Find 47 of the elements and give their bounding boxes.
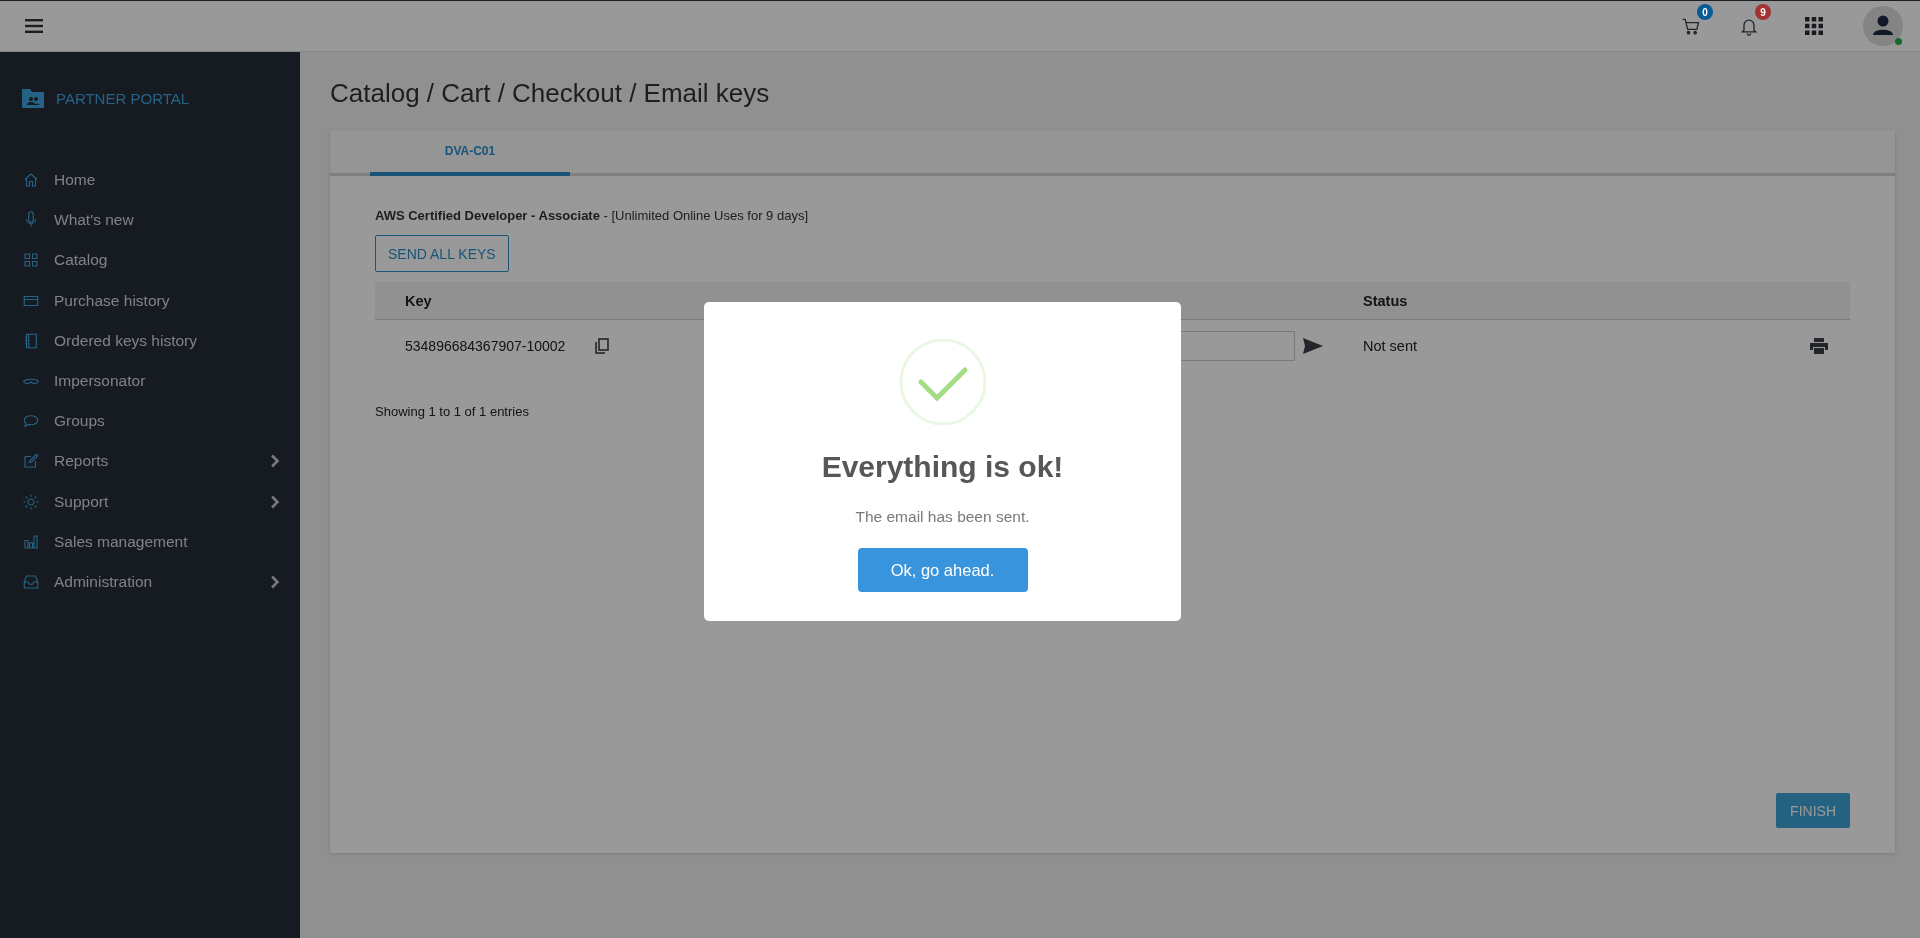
cart-icon[interactable] (1681, 16, 1701, 36)
sidebar-item-icon (22, 532, 40, 551)
notification-count: 9 (1755, 4, 1771, 20)
sidebar-item[interactable]: Catalog (22, 240, 300, 281)
sidebar-item-icon (22, 251, 40, 270)
avatar-icon[interactable] (1863, 6, 1903, 46)
entries-info: Showing 1 to 1 of 1 entries (375, 404, 530, 419)
confirm-button[interactable]: Ok, go ahead. (857, 548, 1028, 592)
chevron-icon (270, 494, 280, 509)
success-check-icon (898, 338, 987, 426)
sidebar-item-icon (22, 492, 40, 511)
sidebar-item-icon (22, 452, 40, 471)
copy-icon[interactable] (595, 338, 610, 354)
breadcrumb: Catalog / Cart / Checkout / Email keys (330, 76, 771, 110)
sidebar-item[interactable]: Home (22, 160, 300, 201)
apps-grid-icon[interactable] (1805, 17, 1823, 35)
sidebar-item-icon (22, 331, 40, 350)
print-icon[interactable] (1810, 338, 1828, 354)
sidebar-item-icon (22, 572, 40, 591)
dialog-title: Everything is ok! (821, 450, 1064, 484)
sidebar-item[interactable]: Support (22, 481, 300, 522)
finish-button[interactable]: FINISH (1776, 793, 1850, 828)
brand-name: PARTNER PORTAL (56, 89, 190, 107)
send-icon[interactable] (1303, 338, 1323, 354)
chevron-icon (270, 574, 280, 589)
product-title: AWS Certified Developer - Associate - [Unlimited Online Uses for 9 days] (375, 208, 809, 223)
sidebar-item[interactable]: Impersonator (22, 360, 300, 402)
chevron-icon (270, 454, 280, 469)
menu-icon[interactable] (25, 19, 43, 33)
sidebar-item-icon (22, 376, 40, 386)
folder-people-icon (22, 88, 44, 108)
sidebar-item[interactable]: Administration (22, 561, 300, 603)
sidebar-item[interactable]: Purchase history (22, 280, 300, 321)
column-header: Key (404, 292, 433, 309)
send-all-keys-button[interactable]: SEND ALL KEYS (375, 235, 509, 272)
dialog-message: The email has been sent. (855, 508, 1030, 526)
tab[interactable]: DVA-C01 (370, 130, 570, 176)
sidebar-item[interactable]: Groups (22, 401, 300, 442)
table-cell: Not sent (1363, 338, 1417, 354)
sidebar-item[interactable]: Reports (22, 441, 300, 482)
table-cell: 534896684367907-10002 (405, 338, 566, 354)
column-header: Status (1363, 292, 1409, 309)
sidebar-item[interactable]: Sales management (22, 521, 300, 562)
sidebar-item-icon (22, 171, 40, 190)
sidebar-item[interactable]: What's new (22, 200, 300, 241)
sidebar-item[interactable]: Ordered keys history (22, 320, 300, 361)
cart-count: 0 (1697, 4, 1713, 20)
